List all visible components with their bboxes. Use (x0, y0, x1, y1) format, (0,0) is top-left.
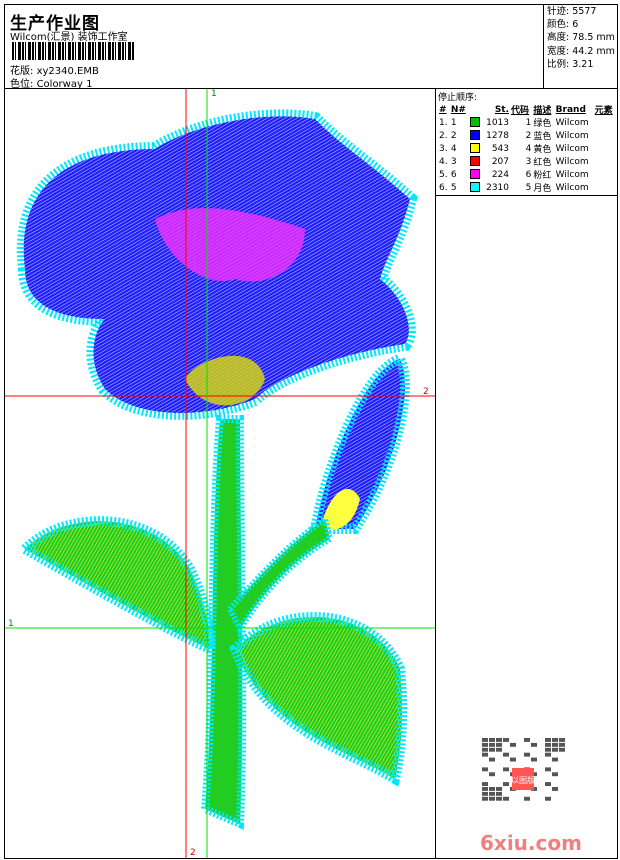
color-swatch (469, 143, 480, 154)
sequence-row: 3. 4 543 4 黄色 Wilcom (439, 143, 589, 155)
stat-colors: 颜色: 6 (547, 19, 579, 31)
header: 生产作业图 Wilcom(汇景) 装饰工作室 花版: xy2340.EMB 色位… (4, 4, 543, 90)
guide-label-bottom: 2 (190, 848, 196, 858)
watermark-text: 6xiu.com (480, 831, 582, 853)
stop-sequence: 停止顺序: # N# St. 代码 描述 Brand 元素 1. 1 1013 1 绿色 Wilc… (436, 89, 618, 196)
barcode (12, 42, 134, 60)
col-code: 代码 (511, 106, 530, 116)
stat-width: 宽度: 44.2 mm (547, 45, 615, 57)
qr-code: 以图版 6xiu.com (480, 738, 582, 855)
stat-stitches: 针迹: 5577 (547, 6, 597, 17)
company-name: Wilcom(汇景) 装饰工作室 (10, 32, 128, 43)
sequence-row: 1. 1 1013 1 绿色 Wilcom (439, 117, 589, 129)
divider (435, 89, 436, 859)
color-swatch (469, 117, 480, 128)
guide-label-left: 1 (8, 619, 14, 629)
guide-label-right: 2 (423, 387, 429, 397)
col-brand: Brand (555, 104, 586, 115)
sequence-row: 2. 2 1278 2 蓝色 Wilcom (439, 130, 589, 142)
flower-petals (16, 109, 418, 420)
sequence-header: # N# St. 代码 描述 Brand 元素 (438, 103, 616, 117)
design-stats: 针迹: 5577 颜色: 6 高度: 78.5 mm 宽度: 44.2 mm 比… (543, 4, 618, 89)
stat-scale: 比例: 3.21 (547, 58, 594, 70)
guide-label-top: 1 (211, 89, 217, 99)
color-swatch (469, 182, 480, 193)
color-swatch (469, 156, 480, 167)
sequence-row: 4. 3 207 3 红色 Wilcom (439, 156, 589, 168)
col-n: N# (450, 104, 466, 115)
sequence-table: # N# St. 代码 描述 Brand 元素 1. 1 1013 1 绿色 Wilcom 2. 2 1… (438, 103, 616, 195)
watermark: 以图版 6xiu.com (480, 738, 600, 857)
stat-height: 高度: 78.5 mm (547, 32, 615, 44)
color-swatch (469, 169, 480, 180)
seal-text: 以图版 (511, 775, 535, 785)
colorway: 色位: Colorway 1 (10, 75, 92, 90)
sequence-title: 停止顺序: (438, 93, 478, 103)
color-swatch (469, 130, 480, 141)
col-desc: 描述 (533, 106, 552, 116)
sequence-row: 5. 6 224 6 粉红 Wilcom (439, 169, 589, 181)
col-num: # (439, 104, 447, 115)
embroidery-design: 1 2 1 2 (5, 89, 435, 858)
col-st: St. (494, 104, 510, 115)
col-element: 元素 (594, 106, 613, 116)
flower-bud (309, 353, 410, 534)
sequence-row: 6. 5 2310 5 月色 Wilcom (439, 182, 589, 194)
